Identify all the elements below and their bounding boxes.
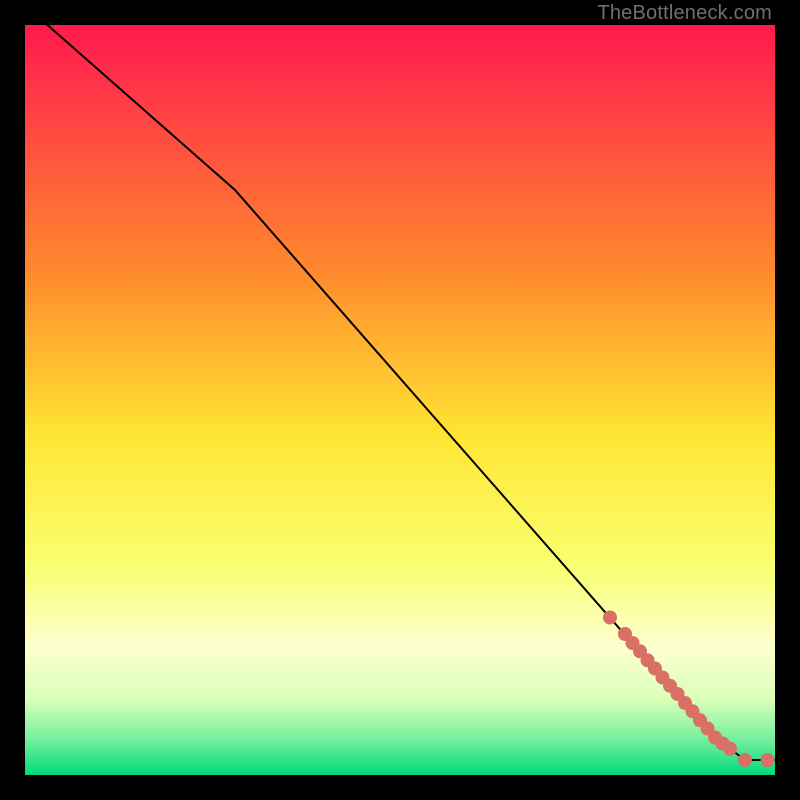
data-point (761, 753, 775, 767)
gradient-rect (25, 25, 775, 775)
attribution-text: TheBottleneck.com (597, 2, 772, 25)
data-point (603, 611, 617, 625)
data-point (723, 742, 737, 756)
data-point (738, 753, 752, 767)
chart-svg (25, 25, 775, 775)
chart-plot (25, 25, 775, 775)
